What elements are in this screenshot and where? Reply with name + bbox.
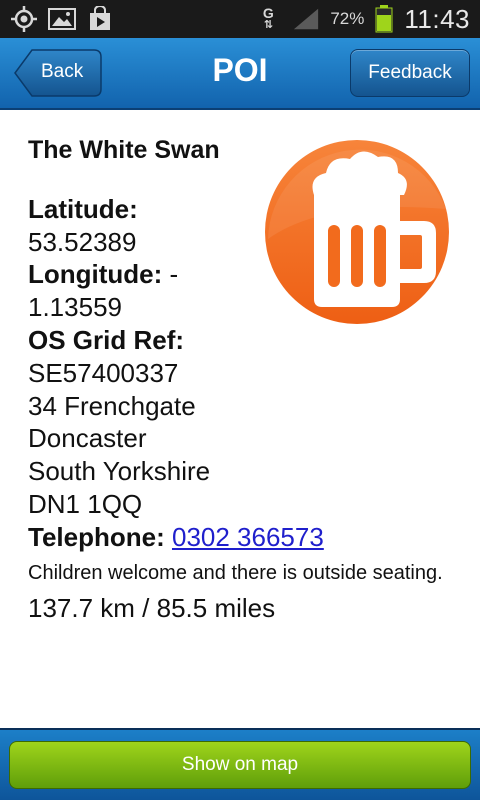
- header-bar: Back POI Feedback: [0, 38, 480, 110]
- poi-description: Children welcome and there is outside se…: [28, 561, 443, 584]
- signal-icon: [292, 6, 320, 32]
- beer-mug-icon: [264, 139, 450, 325]
- telephone-row: Telephone: 0302 366573: [28, 521, 468, 554]
- telephone-label: Telephone:: [28, 521, 165, 552]
- battery-icon: [374, 5, 394, 33]
- address-line: 34 Frenchgate: [28, 390, 196, 421]
- footer-bar: Show on map: [0, 728, 480, 800]
- poi-distance: 137.7 km / 85.5 miles: [28, 592, 276, 623]
- show-on-map-button[interactable]: Show on map: [9, 741, 471, 789]
- show-on-map-label: Show on map: [181, 754, 299, 775]
- battery-percent: 72%: [330, 9, 365, 28]
- feedback-button[interactable]: Feedback: [350, 49, 470, 97]
- status-left: [10, 6, 114, 32]
- address-line: Doncaster: [28, 423, 147, 454]
- grid-ref-label: OS Grid Ref:: [28, 324, 185, 355]
- feedback-button-label: Feedback: [368, 62, 452, 83]
- data-arrows-icon: ⇅: [263, 19, 273, 31]
- status-bar: G ⇅ 72% 11:43: [0, 0, 480, 38]
- gallery-icon: [48, 6, 76, 32]
- status-time: 11:43: [404, 3, 470, 34]
- telephone-link[interactable]: 0302 366573: [172, 522, 324, 552]
- longitude-sign: -: [162, 259, 179, 290]
- play-store-icon: [86, 6, 114, 32]
- network-letter: G: [262, 5, 274, 21]
- address-line: South Yorkshire: [28, 456, 211, 487]
- gps-icon: [10, 6, 38, 32]
- longitude-label: Longitude:: [28, 259, 163, 290]
- network-icon: G ⇅: [254, 6, 282, 32]
- grid-ref-value: SE57400337: [28, 357, 179, 388]
- status-right: G ⇅ 72% 11:43: [254, 4, 470, 35]
- address-line: DN1 1QQ: [28, 488, 143, 519]
